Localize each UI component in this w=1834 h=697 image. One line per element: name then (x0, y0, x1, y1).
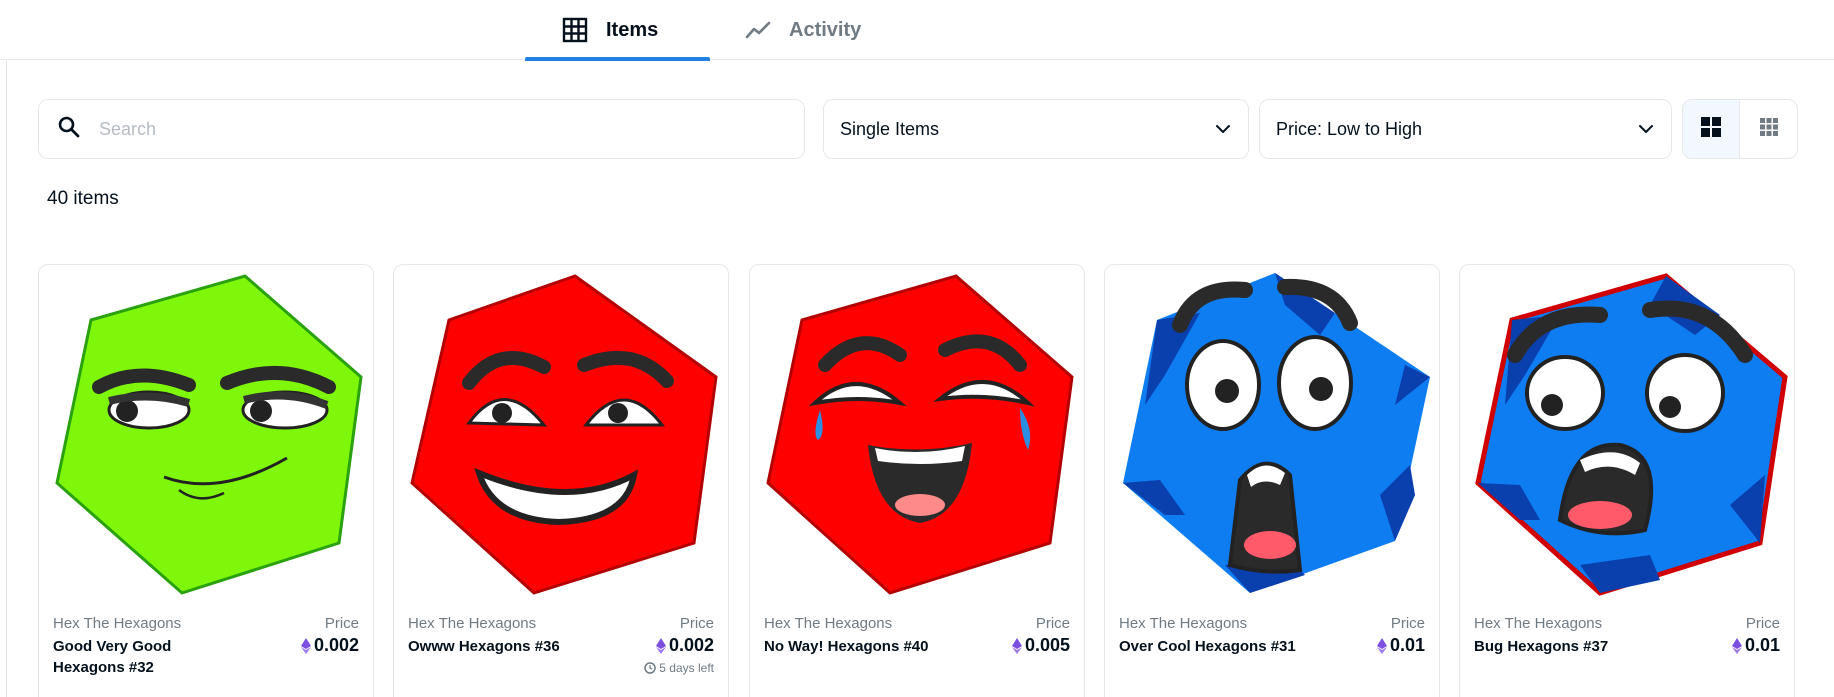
nft-name: Over Cool Hexagons #31 (1119, 638, 1296, 655)
collection-name: Hex The Hexagons (408, 615, 537, 632)
nft-card[interactable]: Hex The Hexagons Price No Way! Hexagons … (749, 264, 1085, 697)
price-value: 0.01 (1376, 635, 1425, 656)
nft-image-red-hexagon (410, 274, 718, 595)
tab-activity-label: Activity (789, 18, 862, 41)
nft-card[interactable]: Hex The Hexagons Price Over Cool Hexagon… (1104, 264, 1440, 697)
small-grid-view-button[interactable] (1740, 100, 1797, 158)
ethereum-icon (1011, 637, 1022, 654)
search-box[interactable] (38, 99, 805, 159)
collection-name: Hex The Hexagons (53, 615, 182, 632)
nft-card[interactable]: Hex The Hexagons Price Good Very Good He… (38, 264, 374, 697)
chevron-down-icon (1637, 119, 1655, 140)
ethereum-icon (1731, 637, 1742, 654)
nft-image-blue-hexagon (1123, 273, 1430, 593)
grid-table-icon (562, 17, 588, 43)
sort-value: Price: Low to High (1276, 118, 1423, 139)
price-value: 0.01 (1731, 635, 1780, 656)
price-amount: 0.01 (1389, 635, 1425, 655)
price-label: Price (1390, 615, 1425, 632)
sort-select[interactable]: Price: Low to High (1259, 99, 1672, 159)
item-type-select[interactable]: Single Items (823, 99, 1249, 159)
price-amount: 0.002 (313, 635, 359, 655)
ethereum-icon (655, 637, 666, 654)
tab-items[interactable]: Items (525, 0, 710, 61)
search-input[interactable] (99, 118, 739, 140)
price-value: 0.005 (1011, 635, 1070, 656)
collection-name: Hex The Hexagons (764, 615, 893, 632)
ethereum-icon (300, 637, 311, 654)
active-tab-indicator (525, 57, 710, 61)
nft-name: Bug Hexagons #37 (1474, 638, 1609, 655)
view-toggle (1682, 99, 1798, 159)
nft-card[interactable]: Hex The Hexagons Price Owww Hexagons #36… (393, 264, 729, 697)
ethereum-icon (1376, 637, 1387, 654)
large-grid-icon (1700, 116, 1722, 143)
price-amount: 0.002 (668, 635, 714, 655)
time-left-text: 5 days left (659, 661, 714, 675)
small-grid-icon (1759, 117, 1779, 142)
price-value: 0.002 (655, 635, 714, 656)
nft-name: Owww Hexagons #36 (408, 638, 560, 655)
price-label: Price (1745, 615, 1780, 632)
search-icon (57, 115, 81, 144)
nft-image-green-hexagon (55, 274, 363, 595)
activity-chart-icon (745, 20, 771, 40)
left-rail-divider (0, 60, 7, 697)
tab-activity[interactable]: Activity (745, 0, 905, 60)
large-grid-view-button[interactable] (1683, 100, 1741, 158)
clock-icon (644, 662, 657, 674)
chevron-down-icon (1214, 119, 1232, 140)
tab-bar: Items Activity (0, 0, 1834, 61)
nft-name: Good Very Good Hexagons #32 (53, 638, 172, 676)
time-left: 5 days left (644, 661, 714, 675)
collection-name: Hex The Hexagons (1474, 615, 1603, 632)
price-label: Price (324, 615, 359, 632)
nft-name: No Way! Hexagons #40 (764, 638, 929, 655)
price-label: Price (679, 615, 714, 632)
price-value: 0.002 (300, 635, 359, 656)
nft-card[interactable]: Hex The Hexagons Price Bug Hexagons #37 … (1459, 264, 1795, 697)
nft-image-red-hexagon (766, 274, 1074, 595)
price-label: Price (1035, 615, 1070, 632)
price-amount: 0.01 (1744, 635, 1780, 655)
item-type-value: Single Items (840, 118, 940, 139)
nft-image-blue-hexagon (1475, 273, 1788, 596)
price-amount: 0.005 (1024, 635, 1070, 655)
item-count: 40 items (47, 188, 119, 209)
collection-name: Hex The Hexagons (1119, 615, 1248, 632)
tab-items-label: Items (606, 18, 659, 41)
